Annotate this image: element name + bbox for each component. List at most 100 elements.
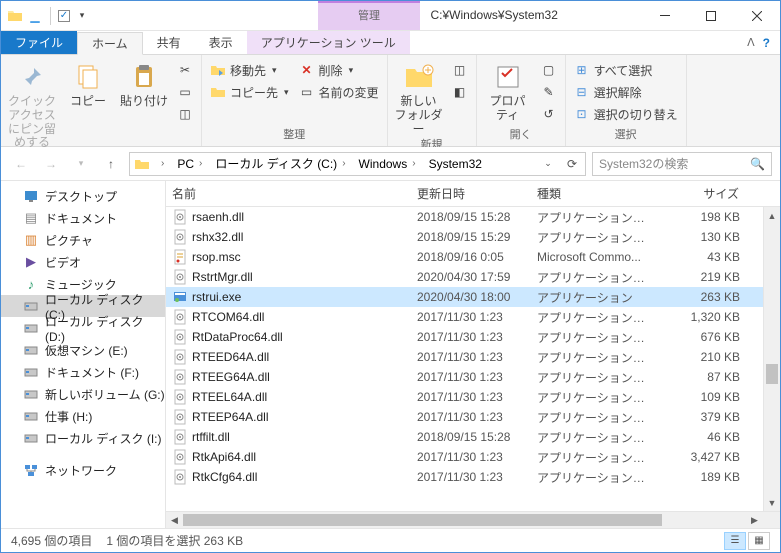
file-list-pane: 名前 更新日時 種類 サイズ rsaenh.dll2018/09/15 15:2…: [166, 181, 780, 528]
sidebar-item[interactable]: ローカル ディスク (I:): [1, 427, 165, 449]
file-row[interactable]: RTEED64A.dll2017/11/30 1:23アプリケーション拡張210…: [166, 347, 763, 367]
file-icon: [172, 429, 188, 445]
copy-button[interactable]: コピー: [61, 57, 115, 109]
cut-button[interactable]: ✂: [173, 59, 197, 81]
scroll-thumb-h[interactable]: [183, 514, 662, 526]
refresh-button[interactable]: ⟳: [561, 157, 583, 171]
open-button[interactable]: ▢: [537, 59, 561, 81]
paste-shortcut-button[interactable]: ◫: [173, 103, 197, 125]
file-row[interactable]: rshx32.dll2018/09/15 15:29アプリケーション拡張130 …: [166, 227, 763, 247]
sidebar-item[interactable]: 新しいボリューム (G:): [1, 383, 165, 405]
col-date[interactable]: 更新日時: [411, 181, 531, 206]
easy-access-button[interactable]: ◧: [448, 81, 472, 103]
chevron-icon[interactable]: ›: [158, 158, 167, 169]
file-row[interactable]: rtffilt.dll2018/09/15 15:28アプリケーション拡張46 …: [166, 427, 763, 447]
file-date: 2017/11/30 1:23: [411, 330, 531, 344]
item-count: 4,695 個の項目: [11, 532, 92, 549]
file-row[interactable]: rsaenh.dll2018/09/15 15:28アプリケーション拡張198 …: [166, 207, 763, 227]
breadcrumb-bar[interactable]: › PC› ローカル ディスク (C:)› Windows› System32 …: [129, 152, 586, 176]
file-name: rshx32.dll: [192, 230, 243, 244]
scroll-thumb[interactable]: [766, 364, 778, 384]
sidebar-icon: ♪: [23, 276, 39, 292]
up-button[interactable]: ↑: [99, 152, 123, 176]
forward-button[interactable]: →: [39, 152, 63, 176]
select-all-button[interactable]: ⊞すべて選択: [570, 59, 682, 81]
qat-properties-icon[interactable]: ▁: [27, 8, 43, 24]
qat-checkbox-icon[interactable]: ✓: [58, 10, 70, 22]
file-row[interactable]: RTCOM64.dll2017/11/30 1:23アプリケーション拡張1,32…: [166, 307, 763, 327]
col-size[interactable]: サイズ: [661, 181, 746, 206]
file-icon: [172, 389, 188, 405]
sidebar-item[interactable]: ドキュメント (F:): [1, 361, 165, 383]
history-button[interactable]: ↺: [537, 103, 561, 125]
tab-home[interactable]: ホーム: [77, 32, 143, 55]
scroll-right-button[interactable]: ▶: [746, 512, 763, 528]
file-type: アプリケーション拡張: [531, 329, 661, 346]
tab-view[interactable]: 表示: [195, 31, 247, 54]
qat-dropdown-icon[interactable]: ▾: [74, 8, 90, 24]
sidebar-item[interactable]: ▥ピクチャ: [1, 229, 165, 251]
help-icon[interactable]: ?: [763, 36, 770, 50]
tab-share[interactable]: 共有: [143, 31, 195, 54]
paste-icon: [128, 61, 160, 93]
paste-button[interactable]: 貼り付け: [117, 57, 171, 109]
tab-app-tools[interactable]: アプリケーション ツール: [247, 31, 410, 54]
rename-button[interactable]: ▭名前の変更: [295, 81, 383, 103]
addr-dropdown-icon[interactable]: ⌄: [537, 158, 559, 169]
sidebar-item[interactable]: ▤ドキュメント: [1, 207, 165, 229]
navigation-pane[interactable]: デスクトップ▤ドキュメント▥ピクチャ▶ビデオ♪ミュージックローカル ディスク (…: [1, 181, 166, 528]
scroll-left-button[interactable]: ◀: [166, 512, 183, 528]
search-input[interactable]: System32の検索 🔍: [592, 152, 772, 176]
pin-icon: [16, 61, 48, 93]
file-row[interactable]: RTEEL64A.dll2017/11/30 1:23アプリケーション拡張109…: [166, 387, 763, 407]
crumb-drive[interactable]: ローカル ディスク (C:)›: [211, 153, 352, 175]
view-icons-button[interactable]: ▦: [748, 532, 770, 550]
copy-path-button[interactable]: ▭: [173, 81, 197, 103]
sidebar-item[interactable]: ▶ビデオ: [1, 251, 165, 273]
maximize-button[interactable]: [688, 1, 734, 31]
minimize-button[interactable]: [642, 1, 688, 31]
ribbon-collapse-icon[interactable]: ᐱ: [747, 36, 755, 49]
new-folder-button[interactable]: 新しい フォルダー: [392, 57, 446, 136]
new-item-button[interactable]: ◫: [448, 59, 472, 81]
file-row[interactable]: rsop.msc2018/09/16 0:05Microsoft Commo..…: [166, 247, 763, 267]
delete-button[interactable]: ✕削除▾: [295, 59, 383, 81]
pin-to-quick-access-button[interactable]: クイック アクセス にピン留めする: [5, 57, 59, 150]
file-row[interactable]: RTEEG64A.dll2017/11/30 1:23アプリケーション拡張87 …: [166, 367, 763, 387]
sidebar-item[interactable]: デスクトップ: [1, 185, 165, 207]
back-button[interactable]: ←: [9, 152, 33, 176]
recent-dropdown[interactable]: ▾: [69, 152, 93, 176]
col-type[interactable]: 種類: [531, 181, 661, 206]
sidebar-item-network[interactable]: ネットワーク: [1, 459, 165, 481]
crumb-system32[interactable]: System32: [425, 153, 486, 175]
sidebar-item[interactable]: ローカル ディスク (D:): [1, 317, 165, 339]
move-to-button[interactable]: 移動先▾: [206, 59, 293, 81]
scroll-up-button[interactable]: ▲: [764, 207, 780, 224]
file-list[interactable]: rsaenh.dll2018/09/15 15:28アプリケーション拡張198 …: [166, 207, 763, 511]
invert-selection-button[interactable]: ⊡選択の切り替え: [570, 103, 682, 125]
ribbon-group-clipboard: クイック アクセス にピン留めする コピー 貼り付け ✂ ▭ ◫ クリップボード: [1, 55, 202, 146]
file-row[interactable]: RtkCfg64.dll2017/11/30 1:23アプリケーション拡張189…: [166, 467, 763, 487]
copy-to-button[interactable]: コピー先▾: [206, 81, 293, 103]
file-row[interactable]: RTEEP64A.dll2017/11/30 1:23アプリケーション拡張379…: [166, 407, 763, 427]
file-row[interactable]: RtDataProc64.dll2017/11/30 1:23アプリケーション拡…: [166, 327, 763, 347]
file-type: アプリケーション拡張: [531, 229, 661, 246]
view-details-button[interactable]: ☰: [724, 532, 746, 550]
sidebar-item[interactable]: 仕事 (H:): [1, 405, 165, 427]
context-tab-manage[interactable]: 管理: [318, 1, 420, 30]
vertical-scrollbar[interactable]: ▲ ▼: [763, 207, 780, 511]
file-row[interactable]: rstrui.exe2020/04/30 18:00アプリケーション263 KB: [166, 287, 763, 307]
file-row[interactable]: RstrtMgr.dll2020/04/30 17:59アプリケーション拡張21…: [166, 267, 763, 287]
horizontal-scrollbar[interactable]: ◀ ▶: [166, 511, 780, 528]
tab-file[interactable]: ファイル: [1, 31, 77, 54]
crumb-windows[interactable]: Windows›: [355, 153, 423, 175]
properties-button[interactable]: プロパ ティ: [481, 57, 535, 123]
file-row[interactable]: RtkApi64.dll2017/11/30 1:23アプリケーション拡張3,4…: [166, 447, 763, 467]
col-name[interactable]: 名前: [166, 181, 411, 206]
crumb-pc[interactable]: PC›: [173, 153, 209, 175]
scroll-down-button[interactable]: ▼: [764, 494, 780, 511]
edit-button[interactable]: ✎: [537, 81, 561, 103]
close-button[interactable]: [734, 1, 780, 31]
sidebar-label: 仕事 (H:): [45, 408, 92, 425]
select-none-button[interactable]: ⊟選択解除: [570, 81, 682, 103]
